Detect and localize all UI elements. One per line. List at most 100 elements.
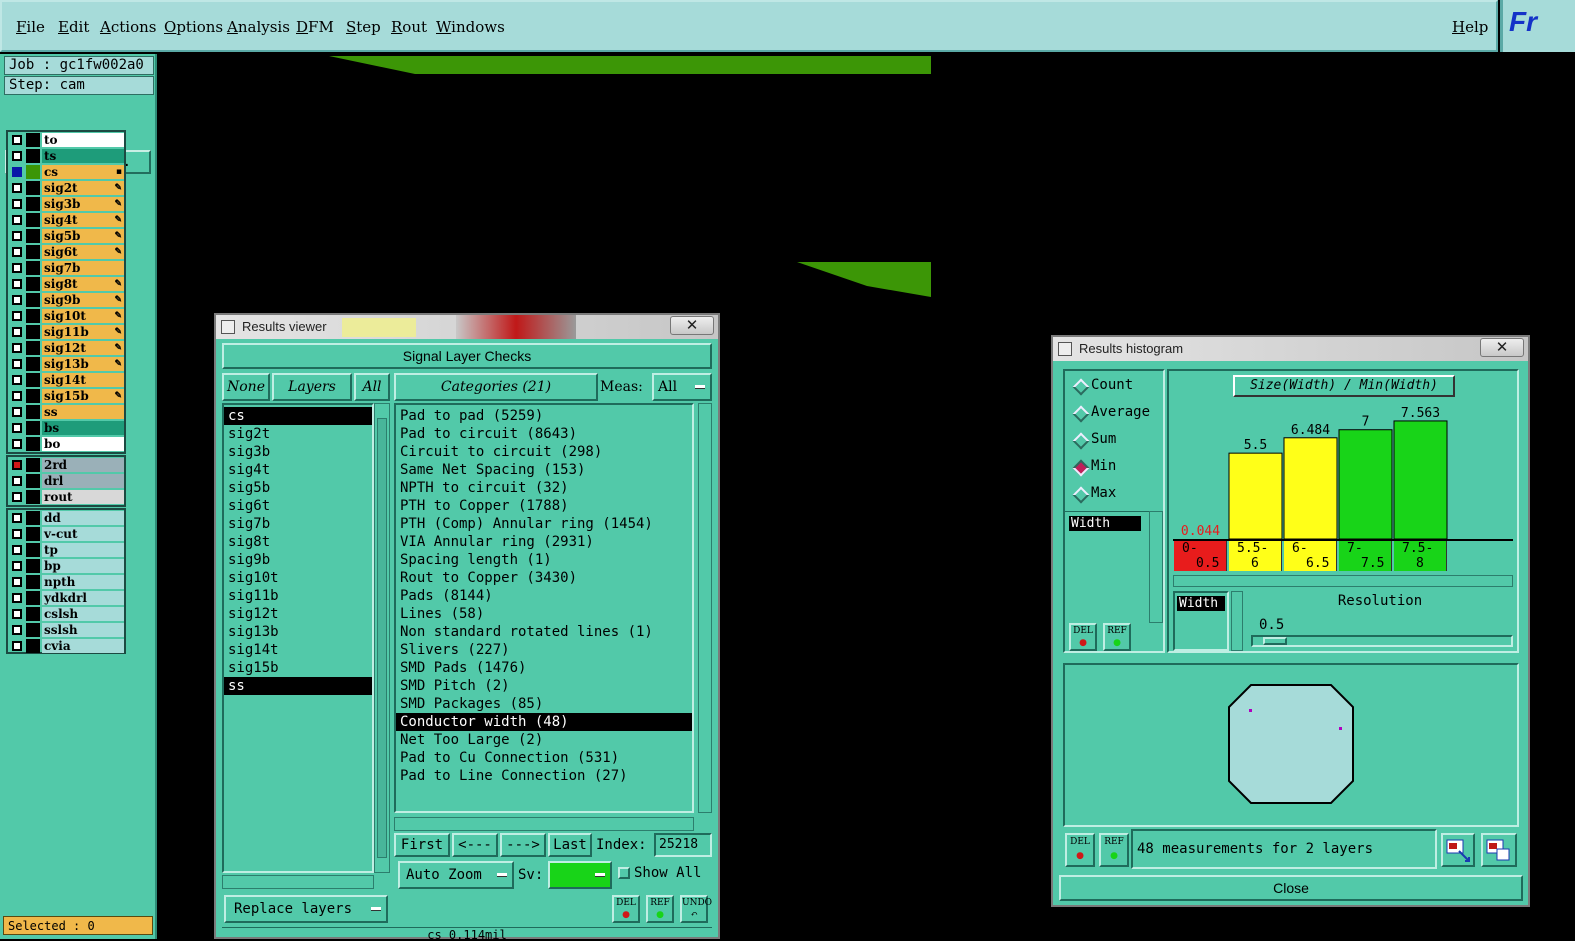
layer-color-swatch[interactable] — [26, 490, 40, 504]
show-all-checkbox[interactable] — [618, 867, 630, 879]
layer-name[interactable]: sig14t — [42, 373, 124, 387]
layer-color-swatch[interactable] — [26, 293, 40, 307]
menu-step[interactable]: Step — [346, 18, 381, 36]
layer-row-sslsh[interactable]: sslsh — [8, 622, 124, 638]
result-layer-item[interactable]: sig7b — [224, 515, 372, 533]
category-item[interactable]: SMD Packages (85) — [396, 695, 692, 713]
resolution-slider[interactable] — [1251, 635, 1513, 647]
layer-name[interactable]: npth — [42, 575, 124, 589]
layer-checkbox[interactable] — [12, 279, 22, 289]
result-layer-item[interactable]: cs — [224, 407, 372, 425]
result-layer-item[interactable]: sig12t — [224, 605, 372, 623]
layer-checkbox[interactable] — [12, 513, 22, 523]
count-radio[interactable]: Count — [1071, 377, 1133, 393]
histogram-bin-label[interactable]: 7.5- 8 — [1394, 541, 1447, 571]
layer-name[interactable]: bo — [42, 437, 124, 451]
layer-checkbox[interactable] — [12, 391, 22, 401]
histogram-bin-label[interactable]: 5.5- 6 — [1229, 541, 1282, 571]
auto-zoom-dropdown[interactable]: Auto Zoom — [398, 861, 514, 889]
ref-button[interactable]: REF ● — [1103, 623, 1131, 651]
layer-color-swatch[interactable] — [26, 591, 40, 605]
layer-row-bs[interactable]: bs — [8, 420, 124, 436]
layer-name[interactable]: ts — [42, 149, 124, 163]
layer-color-swatch[interactable] — [26, 165, 40, 179]
layer-color-swatch[interactable] — [26, 474, 40, 488]
field-item[interactable]: Width — [1069, 516, 1141, 531]
category-item[interactable]: Non standard rotated lines (1) — [396, 623, 692, 641]
layer-color-swatch[interactable] — [26, 405, 40, 419]
layer-name[interactable]: cs ▪ — [42, 165, 124, 179]
histogram-bin-label[interactable]: 0- 0.5 — [1174, 541, 1227, 571]
layer-name[interactable]: cvia — [42, 639, 124, 653]
layer-checkbox[interactable] — [12, 577, 22, 587]
layer-checkbox[interactable] — [12, 561, 22, 571]
layer-color-swatch[interactable] — [26, 373, 40, 387]
menu-analysis[interactable]: Analysis — [227, 18, 290, 36]
layer-row-ss[interactable]: ss — [8, 404, 124, 420]
layer-checkbox[interactable] — [12, 343, 22, 353]
menu-edit[interactable]: Edit — [58, 18, 89, 36]
layer-row-sig3b[interactable]: sig3b ✎ — [8, 196, 124, 212]
layer-name[interactable]: sig10t ✎ — [42, 309, 124, 323]
layer-checkbox[interactable] — [12, 545, 22, 555]
ref-button[interactable]: REF ● — [1099, 833, 1129, 867]
next-button[interactable]: ---> — [500, 833, 546, 857]
meas-dropdown[interactable]: All — [652, 373, 712, 401]
layer-row-sig11b[interactable]: sig11b ✎ — [8, 324, 124, 340]
results-viewer-titlebar[interactable]: Results viewer ✕ — [216, 315, 718, 339]
layer-row-ydkdrl[interactable]: ydkdrl — [8, 590, 124, 606]
layer-list-hscroll[interactable] — [222, 875, 374, 889]
layer-color-swatch[interactable] — [26, 261, 40, 275]
layer-color-swatch[interactable] — [26, 437, 40, 451]
category-list-hscroll[interactable] — [394, 817, 694, 831]
result-layer-item[interactable]: sig2t — [224, 425, 372, 443]
max-radio[interactable]: Max — [1071, 485, 1116, 501]
layer-row-sig8t[interactable]: sig8t ✎ — [8, 276, 124, 292]
menu-options[interactable]: Options — [164, 18, 223, 36]
layer-row-sig13b[interactable]: sig13b ✎ — [8, 356, 124, 372]
layer-row-sig14t[interactable]: sig14t — [8, 372, 124, 388]
histogram-bar[interactable] — [1228, 452, 1283, 539]
category-item[interactable]: Pad to circuit (8643) — [396, 425, 692, 443]
category-item[interactable]: SMD Pitch (2) — [396, 677, 692, 695]
min-radio[interactable]: Min — [1071, 458, 1116, 474]
layer-row-sig12t[interactable]: sig12t ✎ — [8, 340, 124, 356]
report-icon[interactable] — [1481, 833, 1517, 867]
result-layer-item[interactable]: sig4t — [224, 461, 372, 479]
layer-row-npth[interactable]: npth — [8, 574, 124, 590]
layer-name[interactable]: v-cut — [42, 527, 124, 541]
layer-row-drl[interactable]: drl — [8, 473, 124, 489]
layer-color-swatch[interactable] — [26, 389, 40, 403]
field2-scrollbar[interactable] — [1231, 591, 1243, 651]
result-layer-item[interactable]: sig14t — [224, 641, 372, 659]
layer-checkbox[interactable] — [12, 327, 22, 337]
layer-color-swatch[interactable] — [26, 325, 40, 339]
menu-file[interactable]: File — [16, 18, 45, 36]
layer-row-sig2t[interactable]: sig2t ✎ — [8, 180, 124, 196]
all-button[interactable]: All — [354, 373, 390, 401]
layer-color-swatch[interactable] — [26, 277, 40, 291]
layer-name[interactable]: sslsh — [42, 623, 124, 637]
field2-list[interactable]: Width — [1173, 591, 1229, 651]
category-item[interactable]: SMD Pads (1476) — [396, 659, 692, 677]
layer-color-swatch[interactable] — [26, 245, 40, 259]
category-item[interactable]: VIA Annular ring (2931) — [396, 533, 692, 551]
layer-name[interactable]: to — [42, 133, 124, 147]
layer-row-v-cut[interactable]: v-cut — [8, 526, 124, 542]
board-preview[interactable] — [1063, 663, 1519, 827]
layer-name[interactable]: bs — [42, 421, 124, 435]
menu-dfm[interactable]: DFM — [296, 18, 334, 36]
layer-row-bo[interactable]: bo — [8, 436, 124, 452]
category-item[interactable]: Pads (8144) — [396, 587, 692, 605]
layer-checkbox[interactable] — [12, 375, 22, 385]
result-layer-item[interactable]: sig6t — [224, 497, 372, 515]
layer-checkbox[interactable] — [12, 151, 22, 161]
category-item[interactable]: Lines (58) — [396, 605, 692, 623]
layer-list-scrollbar[interactable] — [374, 403, 390, 873]
histogram-bin-label[interactable]: 6- 6.5 — [1284, 541, 1337, 571]
layer-row-sig6t[interactable]: sig6t ✎ — [8, 244, 124, 260]
none-button[interactable]: None — [222, 373, 270, 401]
layer-checkbox[interactable] — [12, 476, 22, 486]
layer-name[interactable]: sig15b ✎ — [42, 389, 124, 403]
layer-color-swatch[interactable] — [26, 213, 40, 227]
